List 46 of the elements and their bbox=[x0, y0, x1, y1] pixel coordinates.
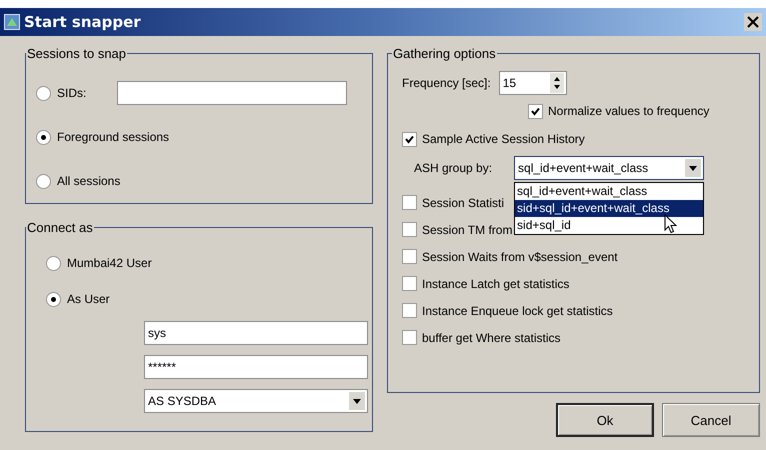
window-title: Start snapper bbox=[24, 13, 142, 31]
checkbox[interactable] bbox=[402, 249, 417, 264]
radio-label: All sessions bbox=[57, 174, 120, 188]
checkbox[interactable] bbox=[402, 132, 417, 146]
role-dropdown[interactable]: AS SYSDBA bbox=[144, 389, 368, 413]
spinner-arrows-icon bbox=[550, 73, 564, 93]
ash-group-dropdown[interactable]: sql_id+event+wait_class bbox=[514, 156, 704, 180]
radio-label: Foreground sessions bbox=[57, 130, 170, 144]
checkbox[interactable] bbox=[528, 104, 543, 118]
group-legend: Connect as bbox=[26, 220, 94, 235]
frequency-label: Frequency [sec]: bbox=[402, 76, 491, 90]
checkbox-label: Session TM from bbox=[422, 222, 512, 236]
checkbox[interactable] bbox=[402, 276, 417, 291]
close-icon[interactable] bbox=[744, 13, 762, 31]
checkbox[interactable] bbox=[402, 330, 417, 345]
radio-button[interactable] bbox=[36, 86, 51, 100]
checkbox[interactable] bbox=[402, 303, 417, 318]
dropdown-option[interactable]: sid+sql_id+event+wait_class bbox=[515, 200, 704, 217]
radio-button[interactable] bbox=[46, 256, 61, 270]
radio-button[interactable] bbox=[46, 292, 61, 306]
checkbox-label: Sample Active Session History bbox=[422, 132, 585, 146]
radio-label: SIDs: bbox=[57, 86, 88, 100]
app-icon bbox=[4, 14, 20, 30]
checkbox[interactable] bbox=[402, 222, 417, 237]
ash-group-label: ASH group by: bbox=[414, 161, 492, 175]
group-legend: Sessions to snap bbox=[26, 46, 128, 61]
checkbox[interactable] bbox=[402, 195, 417, 210]
radio-button[interactable] bbox=[36, 174, 51, 188]
group-legend: Gathering options bbox=[392, 46, 497, 61]
checkbox-label: Instance Latch get statistics bbox=[422, 276, 570, 290]
cancel-button[interactable]: Cancel bbox=[662, 403, 760, 437]
username-field[interactable]: sys bbox=[144, 321, 368, 345]
password-field[interactable]: ****** bbox=[144, 355, 368, 379]
ok-button[interactable]: Ok bbox=[556, 403, 654, 437]
checkbox-label: buffer get Where statistics bbox=[422, 330, 561, 344]
sids-field[interactable] bbox=[117, 81, 347, 105]
checkbox-label: Session Waits from v$session_event bbox=[422, 250, 618, 264]
radio-button[interactable] bbox=[36, 130, 51, 144]
checkbox-label: Instance Enqueue lock get statistics bbox=[422, 304, 613, 318]
radio-label: As User bbox=[67, 292, 110, 306]
checkbox-label: Session Statisti bbox=[422, 196, 504, 210]
checkbox-label: Normalize values to frequency bbox=[548, 104, 710, 118]
radio-label: Mumbai42 User bbox=[67, 256, 152, 270]
frequency-spinner[interactable]: 15 bbox=[498, 71, 567, 95]
dropdown-option[interactable]: sid+sql_id bbox=[515, 217, 704, 234]
dropdown-option[interactable]: sql_id+event+wait_class bbox=[515, 183, 704, 200]
